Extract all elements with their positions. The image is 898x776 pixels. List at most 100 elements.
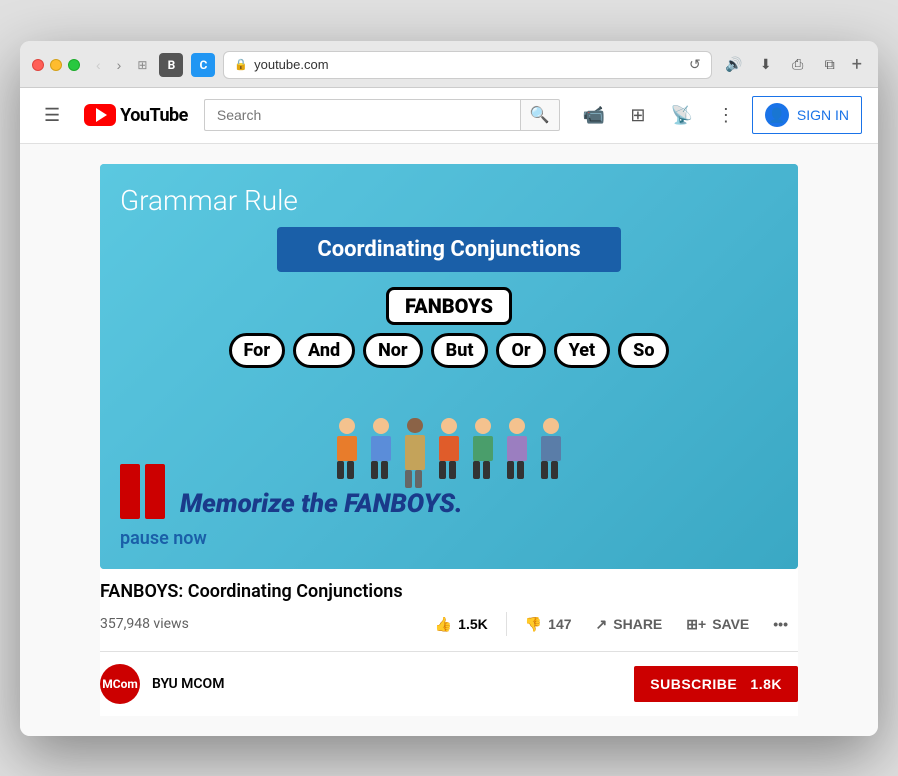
video-characters [120, 388, 778, 488]
fanboys-words-row: For And Nor But Or Yet So [229, 333, 670, 368]
character-so [536, 418, 566, 488]
thumbs-up-icon: 👍 [435, 616, 452, 633]
browser-window: ‹ › ⊞ B C 🔒 ↺ 🔊 ⬇ ⎙ ⧉ + ☰ YouTube 🔍 [20, 41, 878, 736]
titlebar-actions: 🔊 ⬇ ⎙ ⧉ + [720, 53, 866, 77]
char-legs [439, 461, 459, 479]
pause-bar-1 [120, 464, 140, 519]
cast-button[interactable]: 📡 [664, 97, 700, 133]
char-legs [473, 461, 493, 479]
channel-avatar[interactable]: MCom [100, 664, 140, 704]
grammar-rule-label: Grammar Rule [120, 184, 298, 217]
traffic-lights [32, 59, 80, 71]
dislike-button[interactable]: 👎 147 [515, 610, 582, 639]
char-leg [381, 461, 388, 479]
like-count: 1.5K [458, 616, 488, 632]
char-leg [337, 461, 344, 479]
forward-button[interactable]: › [113, 55, 126, 75]
channel-info: MCom BYU MCOM [100, 664, 224, 704]
share-icon: ↗ [596, 616, 608, 633]
char-torso [507, 436, 527, 461]
pause-now-text: pause now [120, 528, 207, 549]
char-torso [439, 436, 459, 461]
save-button[interactable]: ⊞+ SAVE [676, 610, 759, 639]
pause-bar-2 [145, 464, 165, 519]
fanboys-word-for: For [229, 333, 286, 368]
youtube-logo-icon [84, 104, 116, 126]
audio-icon[interactable]: 🔊 [720, 53, 748, 77]
main-content: Grammar Rule Coordinating Conjunctions F… [20, 144, 878, 736]
char-head [441, 418, 457, 434]
pause-overlay [120, 464, 165, 519]
fanboys-word-and: And [293, 333, 355, 368]
minimize-button[interactable] [50, 59, 62, 71]
char-leg [415, 470, 422, 488]
video-banner: Coordinating Conjunctions [277, 227, 620, 272]
search-button[interactable]: 🔍 [520, 99, 560, 131]
fanboys-word-but: But [431, 333, 489, 368]
subscriber-count: 1.8K [750, 676, 782, 692]
char-legs [337, 461, 357, 479]
create-video-button[interactable]: 📹 [576, 97, 612, 133]
like-button[interactable]: 👍 1.5K [425, 610, 498, 639]
tab-overview-button[interactable]: ⊞ [133, 56, 151, 74]
save-icon: ⊞+ [686, 616, 706, 633]
char-head [543, 418, 559, 434]
char-head [407, 418, 423, 434]
extension-icon-1[interactable]: B [159, 53, 183, 77]
channel-name[interactable]: BYU MCOM [152, 676, 224, 692]
lock-icon: 🔒 [234, 58, 248, 71]
apps-grid-button[interactable]: ⊞ [620, 97, 656, 133]
fanboys-word-yet: Yet [554, 333, 611, 368]
fanboys-word-so: So [618, 333, 669, 368]
video-info: FANBOYS: Coordinating Conjunctions 357,9… [100, 569, 798, 651]
subscribe-button[interactable]: SUBSCRIBE 1.8K [634, 666, 798, 702]
search-container: 🔍 [204, 99, 560, 131]
hamburger-menu-button[interactable]: ☰ [36, 97, 68, 134]
char-torso [337, 436, 357, 461]
char-head [509, 418, 525, 434]
extension-icon-2[interactable]: C [191, 53, 215, 77]
memorize-text: Memorize the FANBOYS. [180, 489, 463, 519]
share-label: SHARE [613, 616, 662, 632]
header-actions: 📹 ⊞ 📡 ⋮ 👤 SIGN IN [576, 96, 862, 134]
close-button[interactable] [32, 59, 44, 71]
dislike-count: 147 [548, 616, 571, 632]
new-tab-button[interactable]: + [848, 54, 866, 75]
more-actions-button[interactable]: ••• [763, 610, 798, 638]
character-for [332, 418, 362, 488]
search-input[interactable] [204, 99, 520, 131]
char-head [475, 418, 491, 434]
back-button[interactable]: ‹ [92, 55, 105, 75]
video-thumbnail: Grammar Rule Coordinating Conjunctions F… [100, 164, 798, 569]
browser-titlebar: ‹ › ⊞ B C 🔒 ↺ 🔊 ⬇ ⎙ ⧉ + [20, 41, 878, 88]
char-torso [405, 435, 425, 469]
char-torso [541, 436, 561, 461]
url-input[interactable] [254, 57, 683, 72]
download-icon[interactable]: ⬇ [752, 53, 780, 77]
youtube-logo-text: YouTube [120, 105, 188, 126]
reload-button[interactable]: ↺ [689, 57, 701, 73]
char-leg [483, 461, 490, 479]
character-but [434, 418, 464, 488]
video-meta-row: 357,948 views 👍 1.5K 👎 147 ↗ SHARE [100, 610, 798, 639]
char-torso [473, 436, 493, 461]
video-player[interactable]: Grammar Rule Coordinating Conjunctions F… [100, 164, 798, 569]
address-bar[interactable]: 🔒 ↺ [223, 51, 711, 79]
youtube-header: ☰ YouTube 🔍 📹 ⊞ 📡 ⋮ 👤 SIGN IN [20, 88, 878, 144]
youtube-logo[interactable]: YouTube [84, 104, 188, 126]
video-title: FANBOYS: Coordinating Conjunctions [100, 581, 798, 602]
share-button[interactable]: ↗ SHARE [586, 610, 673, 639]
more-options-button[interactable]: ⋮ [708, 97, 744, 133]
char-head [373, 418, 389, 434]
share-icon[interactable]: ⎙ [784, 53, 812, 77]
maximize-button[interactable] [68, 59, 80, 71]
play-triangle-icon [96, 108, 107, 122]
char-head [339, 418, 355, 434]
char-leg [507, 461, 514, 479]
char-leg [439, 461, 446, 479]
pause-icon [120, 464, 165, 519]
char-legs [405, 470, 425, 488]
sign-in-button[interactable]: 👤 SIGN IN [752, 96, 862, 134]
window-icon[interactable]: ⧉ [816, 53, 844, 77]
char-legs [507, 461, 527, 479]
